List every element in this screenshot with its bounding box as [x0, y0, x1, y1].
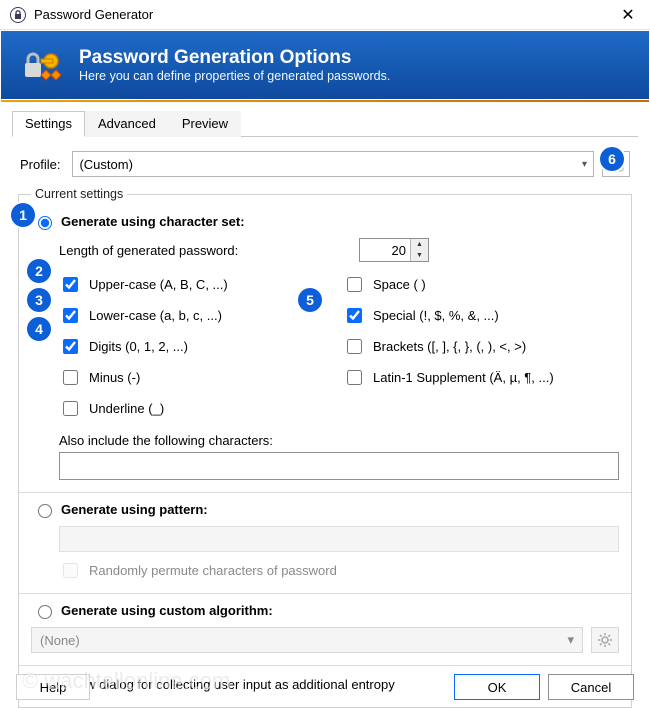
checkbox-brackets[interactable] — [347, 339, 362, 354]
checkbox-latin1[interactable] — [347, 370, 362, 385]
mode-pattern-label: Generate using pattern: — [61, 502, 208, 517]
checkbox-permute — [63, 563, 78, 578]
current-settings-group: Current settings Generate using characte… — [18, 187, 632, 708]
check-digits[interactable]: Digits (0, 1, 2, ...) — [59, 336, 335, 357]
spinner-arrows[interactable]: ▲ ▼ — [410, 239, 428, 261]
checkbox-minus[interactable] — [63, 370, 78, 385]
annotation-5: 5 — [298, 288, 322, 312]
separator — [19, 593, 631, 594]
banner: Password Generation Options Here you can… — [1, 31, 649, 99]
length-spinner[interactable]: ▲ ▼ — [359, 238, 429, 262]
separator — [19, 492, 631, 493]
label-special: Special (!, $, %, &, ...) — [373, 308, 499, 323]
banner-heading: Password Generation Options — [79, 47, 390, 70]
custom-algorithm-settings-button — [591, 627, 619, 653]
gear-icon — [598, 633, 612, 647]
label-space: Space ( ) — [373, 277, 426, 292]
profile-value: (Custom) — [79, 157, 132, 172]
label-uppercase: Upper-case (A, B, C, ...) — [89, 277, 228, 292]
close-icon[interactable]: ✕ — [616, 5, 640, 25]
spinner-down-icon[interactable]: ▼ — [411, 250, 428, 261]
label-minus: Minus (-) — [89, 370, 140, 385]
check-lowercase[interactable]: Lower-case (a, b, c, ...) — [59, 305, 335, 326]
check-special[interactable]: Special (!, $, %, &, ...) — [343, 305, 619, 326]
label-lowercase: Lower-case (a, b, c, ...) — [89, 308, 222, 323]
mode-pattern-row[interactable]: Generate using pattern: — [33, 501, 619, 518]
check-permute: Randomly permute characters of password — [59, 560, 619, 581]
mode-charset-label: Generate using character set: — [61, 214, 245, 229]
also-include-input[interactable] — [59, 452, 619, 480]
checkbox-digits[interactable] — [63, 339, 78, 354]
checkbox-uppercase[interactable] — [63, 277, 78, 292]
also-include-label: Also include the following characters: — [59, 433, 619, 448]
tab-bar: Settings Advanced Preview — [12, 110, 638, 137]
mode-pattern-radio[interactable] — [38, 504, 52, 518]
custom-algorithm-value: (None) — [40, 633, 80, 648]
cancel-button[interactable]: Cancel — [548, 674, 634, 700]
mode-custom-radio[interactable] — [38, 605, 52, 619]
tab-advanced[interactable]: Advanced — [85, 111, 169, 137]
titlebar: Password Generator ✕ — [0, 0, 650, 30]
label-underline: Underline (_) — [89, 401, 164, 416]
check-latin1[interactable]: Latin-1 Supplement (Ä, µ, ¶, ...) — [343, 367, 619, 388]
label-brackets: Brackets ([, ], {, }, (, ), <, >) — [373, 339, 526, 354]
spinner-up-icon[interactable]: ▲ — [411, 239, 428, 250]
label-latin1: Latin-1 Supplement (Ä, µ, ¶, ...) — [373, 370, 554, 385]
app-lock-icon — [10, 7, 26, 23]
mode-charset-radio[interactable] — [38, 216, 52, 230]
profile-select[interactable]: (Custom) ▾ — [72, 151, 594, 177]
check-brackets[interactable]: Brackets ([, ], {, }, (, ), <, >) — [343, 336, 619, 357]
mode-custom-row[interactable]: Generate using custom algorithm: — [33, 602, 619, 619]
checkbox-space[interactable] — [347, 277, 362, 292]
help-button[interactable]: Help — [16, 674, 90, 700]
key-icon — [19, 41, 67, 89]
label-permute: Randomly permute characters of password — [89, 563, 337, 578]
profile-label: Profile: — [20, 157, 60, 172]
annotation-4: 4 — [27, 317, 51, 341]
check-uppercase[interactable]: Upper-case (A, B, C, ...) — [59, 274, 335, 295]
separator — [19, 665, 631, 666]
checkbox-lowercase[interactable] — [63, 308, 78, 323]
mode-custom-label: Generate using custom algorithm: — [61, 603, 273, 618]
annotation-2: 2 — [27, 259, 51, 283]
chevron-down-icon: ▾ — [567, 632, 574, 648]
label-digits: Digits (0, 1, 2, ...) — [89, 339, 188, 354]
window-title: Password Generator — [34, 7, 616, 22]
ok-button[interactable]: OK — [454, 674, 540, 700]
annotation-6: 6 — [600, 147, 624, 171]
annotation-1: 1 — [11, 203, 35, 227]
checkbox-special[interactable] — [347, 308, 362, 323]
checkbox-underline[interactable] — [63, 401, 78, 416]
custom-algorithm-select: (None) ▾ — [31, 627, 583, 653]
current-settings-legend: Current settings — [31, 187, 127, 201]
length-label: Length of generated password: — [59, 243, 359, 258]
length-input[interactable] — [360, 239, 410, 261]
check-space[interactable]: Space ( ) — [343, 274, 619, 295]
banner-subtitle: Here you can define properties of genera… — [79, 69, 390, 83]
tab-settings[interactable]: Settings — [12, 111, 85, 137]
check-underline[interactable]: Underline (_) — [59, 398, 335, 419]
pattern-input-disabled — [59, 526, 619, 552]
chevron-down-icon: ▾ — [582, 159, 587, 170]
annotation-3: 3 — [27, 288, 51, 312]
dialog-buttons: Help OK Cancel — [0, 674, 650, 700]
mode-charset-row[interactable]: Generate using character set: — [33, 213, 619, 230]
tab-preview[interactable]: Preview — [169, 111, 241, 137]
check-minus[interactable]: Minus (-) — [59, 367, 335, 388]
